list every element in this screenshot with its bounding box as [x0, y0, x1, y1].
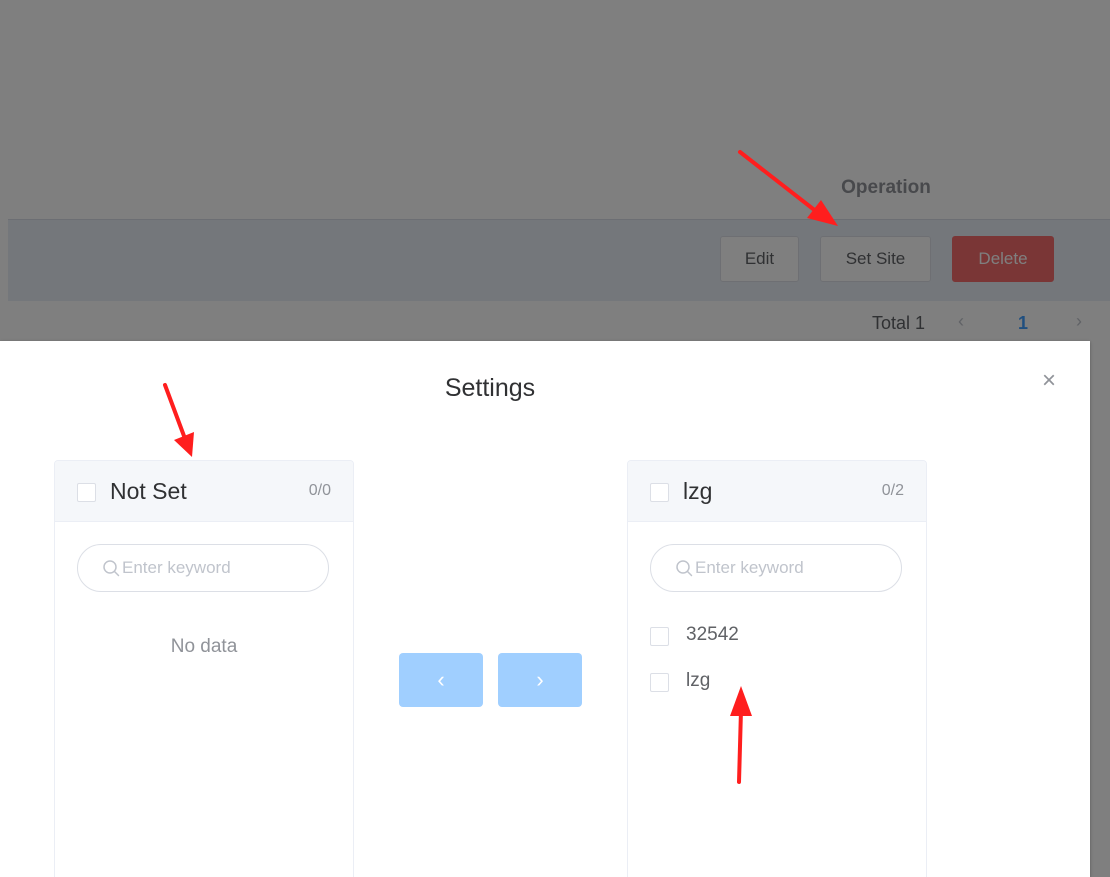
- transfer-to-right-button[interactable]: ›: [498, 653, 582, 707]
- search-icon: [103, 560, 120, 577]
- item-checkbox[interactable]: [650, 673, 669, 692]
- list-item-label: lzg: [686, 670, 711, 691]
- list-item[interactable]: 32542: [650, 621, 900, 651]
- panel-title: lzg: [683, 478, 713, 504]
- panel-count: 0/0: [308, 482, 331, 499]
- panel-header: Not Set 0/0: [55, 461, 353, 522]
- chevron-right-icon: ›: [536, 667, 544, 692]
- panel-title: Not Set: [110, 478, 187, 504]
- panel-count: 0/2: [881, 482, 904, 499]
- screen: Operation Edit Set Site Delete Total 1 ‹…: [0, 0, 1110, 877]
- search-box[interactable]: [650, 544, 902, 592]
- transfer-panel-not-set: Not Set 0/0 No data: [54, 460, 354, 877]
- item-checkbox[interactable]: [650, 627, 669, 646]
- select-all-checkbox[interactable]: [650, 483, 669, 502]
- search-input[interactable]: [122, 557, 312, 579]
- list-item[interactable]: lzg: [650, 667, 900, 697]
- search-icon: [676, 560, 693, 577]
- chevron-left-icon: ‹: [437, 667, 445, 692]
- transfer-panel-lzg: lzg 0/2 32542 lzg: [627, 460, 927, 877]
- close-icon[interactable]: ×: [1037, 369, 1061, 393]
- select-all-checkbox[interactable]: [77, 483, 96, 502]
- dialog-title: Settings: [444, 374, 536, 402]
- settings-dialog: Settings × Not Set 0/0 No data ‹ ›: [0, 341, 1090, 877]
- search-box[interactable]: [77, 544, 329, 592]
- empty-text: No data: [170, 636, 238, 657]
- list-item-label: 32542: [686, 624, 739, 645]
- search-input[interactable]: [695, 557, 885, 579]
- panel-header: lzg 0/2: [628, 461, 926, 522]
- transfer-to-left-button[interactable]: ‹: [399, 653, 483, 707]
